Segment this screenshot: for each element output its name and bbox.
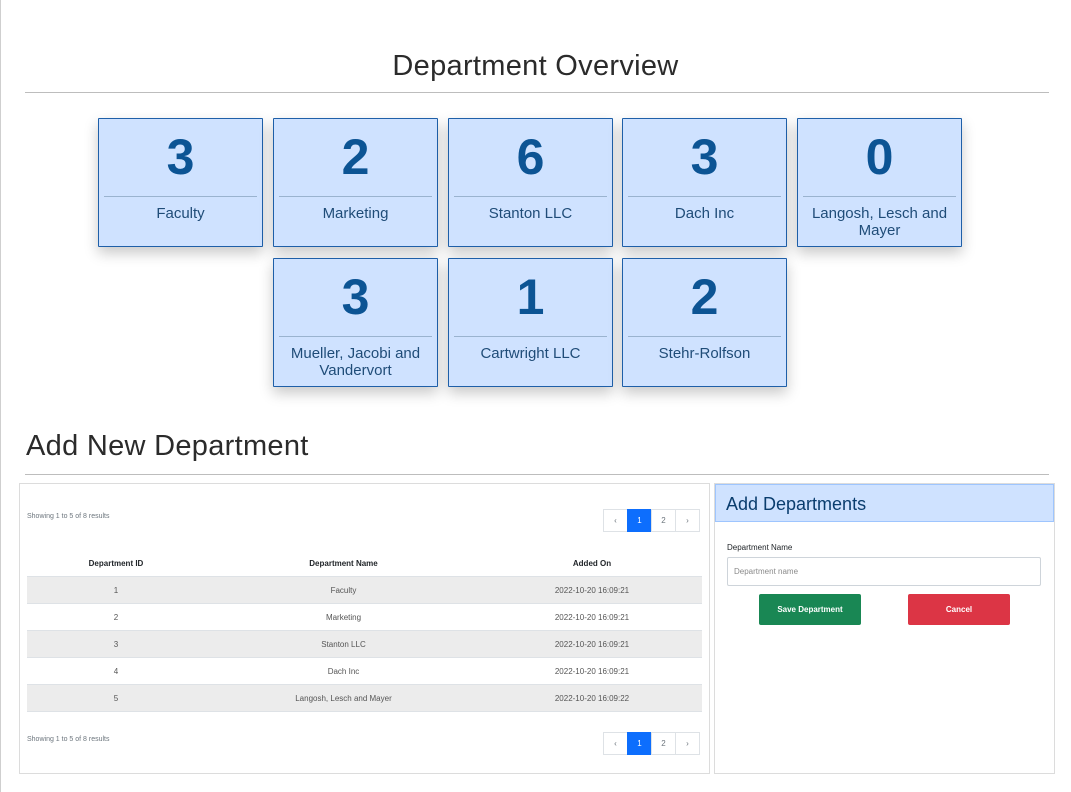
- pagination-page-1[interactable]: 1: [627, 732, 652, 755]
- pagination-prev-button[interactable]: ‹: [603, 732, 628, 755]
- table-row[interactable]: 1 Faculty 2022-10-20 16:09:21: [27, 576, 702, 604]
- form-title: Add Departments: [726, 494, 867, 514]
- form-header: Add Departments: [715, 484, 1054, 522]
- save-department-button[interactable]: Save Department: [759, 594, 861, 625]
- table-row[interactable]: 2 Marketing 2022-10-20 16:09:21: [27, 603, 702, 631]
- card-count: 2: [690, 269, 719, 325]
- cell-name: Langosh, Lesch and Mayer: [205, 684, 482, 712]
- cell-added-on: 2022-10-20 16:09:21: [482, 630, 702, 658]
- add-department-title: Add New Department: [26, 430, 309, 462]
- cell-id: 3: [27, 630, 205, 658]
- card-name: Marketing: [322, 205, 389, 222]
- card-name: Stanton LLC: [488, 205, 573, 222]
- card-count: 2: [341, 129, 370, 185]
- card-divider: [104, 196, 257, 197]
- card-count: 3: [341, 269, 370, 325]
- pagination-prev-button[interactable]: ‹: [603, 509, 628, 532]
- cancel-button[interactable]: Cancel: [908, 594, 1010, 625]
- card-count: 3: [690, 129, 719, 185]
- table-row[interactable]: 4 Dach Inc 2022-10-20 16:09:21: [27, 657, 702, 685]
- department-card[interactable]: 6 Stanton LLC: [448, 118, 613, 247]
- department-name-input[interactable]: [727, 557, 1041, 586]
- pagination-bottom: ‹ 1 2 ›: [603, 732, 700, 755]
- card-name: Mueller, Jacobi and Vandervort: [290, 345, 421, 379]
- cell-id: 5: [27, 684, 205, 712]
- card-count: 0: [865, 129, 894, 185]
- cell-added-on: 2022-10-20 16:09:21: [482, 657, 702, 685]
- card-divider: [454, 196, 607, 197]
- department-name-label: Department Name: [727, 543, 793, 552]
- department-card[interactable]: 3 Mueller, Jacobi and Vandervort: [273, 258, 438, 387]
- table-header-row: Department ID Department Name Added On: [27, 550, 702, 577]
- cell-added-on: 2022-10-20 16:09:21: [482, 603, 702, 631]
- department-card[interactable]: 3 Faculty: [98, 118, 263, 247]
- card-divider: [279, 336, 432, 337]
- departments-table: Department ID Department Name Added On 1…: [27, 550, 702, 712]
- card-divider: [628, 196, 781, 197]
- cell-name: Dach Inc: [205, 657, 482, 685]
- pagination-page-2[interactable]: 2: [651, 732, 676, 755]
- cell-name: Marketing: [205, 603, 482, 631]
- card-name: Faculty: [156, 205, 205, 222]
- card-count: 1: [516, 269, 545, 325]
- departments-table-panel: Showing 1 to 5 of 8 results ‹ 1 2 › Depa…: [19, 483, 710, 774]
- cell-added-on: 2022-10-20 16:09:21: [482, 576, 702, 604]
- department-card[interactable]: 1 Cartwright LLC: [448, 258, 613, 387]
- add-department-form: Add Departments Department Name Save Dep…: [714, 483, 1055, 774]
- results-info-bottom: Showing 1 to 5 of 8 results: [27, 736, 110, 743]
- department-card[interactable]: 3 Dach Inc: [622, 118, 787, 247]
- cell-name: Stanton LLC: [205, 630, 482, 658]
- card-count: 3: [166, 129, 195, 185]
- card-count: 6: [516, 129, 545, 185]
- card-name: Dach Inc: [674, 205, 735, 222]
- results-info-top: Showing 1 to 5 of 8 results: [27, 513, 110, 520]
- pagination-page-2[interactable]: 2: [651, 509, 676, 532]
- pagination-next-button[interactable]: ›: [675, 732, 700, 755]
- table-row[interactable]: 5 Langosh, Lesch and Mayer 2022-10-20 16…: [27, 684, 702, 712]
- pagination-top: ‹ 1 2 ›: [603, 509, 700, 532]
- column-header-id[interactable]: Department ID: [27, 550, 205, 577]
- cell-id: 4: [27, 657, 205, 685]
- card-name: Langosh, Lesch and Mayer: [811, 205, 948, 239]
- add-department-divider: [25, 474, 1049, 475]
- card-name: Stehr-Rolfson: [658, 345, 751, 362]
- pagination-next-button[interactable]: ›: [675, 509, 700, 532]
- table-row[interactable]: 3 Stanton LLC 2022-10-20 16:09:21: [27, 630, 702, 658]
- department-cards: 3 Faculty 2 Marketing 6 Stanton LLC 3 Da…: [0, 0, 1071, 400]
- card-divider: [279, 196, 432, 197]
- card-divider: [803, 196, 956, 197]
- cell-added-on: 2022-10-20 16:09:22: [482, 684, 702, 712]
- department-card[interactable]: 2 Marketing: [273, 118, 438, 247]
- cell-id: 2: [27, 603, 205, 631]
- card-divider: [454, 336, 607, 337]
- pagination-page-1[interactable]: 1: [627, 509, 652, 532]
- column-header-name[interactable]: Department Name: [205, 550, 482, 577]
- department-card[interactable]: 0 Langosh, Lesch and Mayer: [797, 118, 962, 247]
- card-name: Cartwright LLC: [480, 345, 581, 362]
- column-header-added-on[interactable]: Added On: [482, 550, 702, 577]
- cell-name: Faculty: [205, 576, 482, 604]
- department-card[interactable]: 2 Stehr-Rolfson: [622, 258, 787, 387]
- card-divider: [628, 336, 781, 337]
- cell-id: 1: [27, 576, 205, 604]
